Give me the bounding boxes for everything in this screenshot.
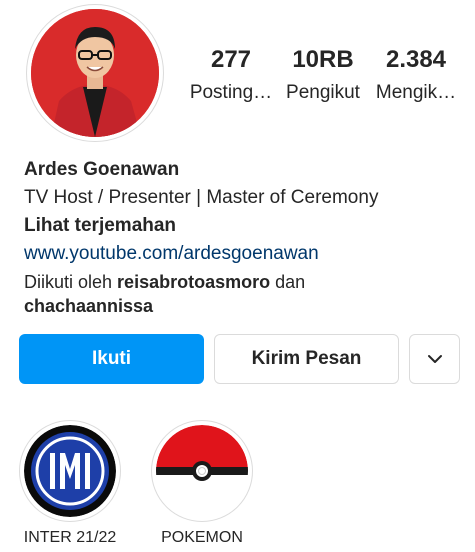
- highlight-ring: [19, 420, 121, 522]
- followed-by-and: dan: [270, 272, 306, 292]
- followed-by-user-1[interactable]: reisabrotoasmoro: [117, 272, 270, 292]
- highlight-pokemon[interactable]: POKEMON: [150, 420, 254, 548]
- profile-stats: 277 Posting… 10RB Pengikut 2.384 Mengik…: [188, 46, 468, 108]
- followers-label: Pengikut: [286, 82, 360, 103]
- follow-button[interactable]: Ikuti: [19, 334, 204, 384]
- followers-count: 10RB: [292, 46, 354, 73]
- suggested-accounts-button[interactable]: [409, 334, 460, 384]
- stat-posts[interactable]: 277 Posting…: [188, 46, 274, 106]
- followed-by-prefix: Diikuti oleh: [24, 272, 118, 292]
- posts-count: 277: [210, 46, 252, 73]
- profile-avatar[interactable]: [26, 4, 164, 142]
- followed-by-text[interactable]: Diikuti oleh reisabrotoasmoro dan chachaa…: [24, 270, 464, 318]
- following-count: 2.384: [385, 46, 447, 73]
- person-illustration: [31, 9, 159, 137]
- followed-by-user-2[interactable]: chachaannissa: [24, 296, 153, 316]
- avatar-photo: [31, 9, 159, 137]
- chevron-down-icon: [427, 355, 442, 363]
- inter-logo-icon: [24, 425, 116, 517]
- following-label: Mengik…: [375, 82, 457, 103]
- see-translation-link[interactable]: Lihat terjemahan: [24, 212, 464, 240]
- stat-followers[interactable]: 10RB Pengikut: [280, 46, 366, 106]
- highlight-cover: [24, 425, 116, 517]
- highlight-ring: [151, 420, 253, 522]
- highlight-inter[interactable]: INTER 21/22: [18, 420, 122, 548]
- website-link[interactable]: www.youtube.com/ardesgoenawan: [24, 240, 464, 268]
- profile-category: TV Host / Presenter | Master of Ceremony: [24, 187, 379, 208]
- highlight-title: POKEMON: [161, 529, 243, 546]
- highlight-cover: [156, 425, 248, 517]
- highlight-title: INTER 21/22: [23, 529, 117, 546]
- stat-following[interactable]: 2.384 Mengik…: [374, 46, 458, 106]
- profile-name: Ardes Goenawan: [24, 159, 180, 180]
- message-button[interactable]: Kirim Pesan: [214, 334, 399, 384]
- pokeball-icon: [156, 425, 248, 517]
- posts-label: Posting…: [189, 82, 273, 103]
- profile-bio: Ardes Goenawan TV Host / Presenter | Mas…: [24, 156, 464, 318]
